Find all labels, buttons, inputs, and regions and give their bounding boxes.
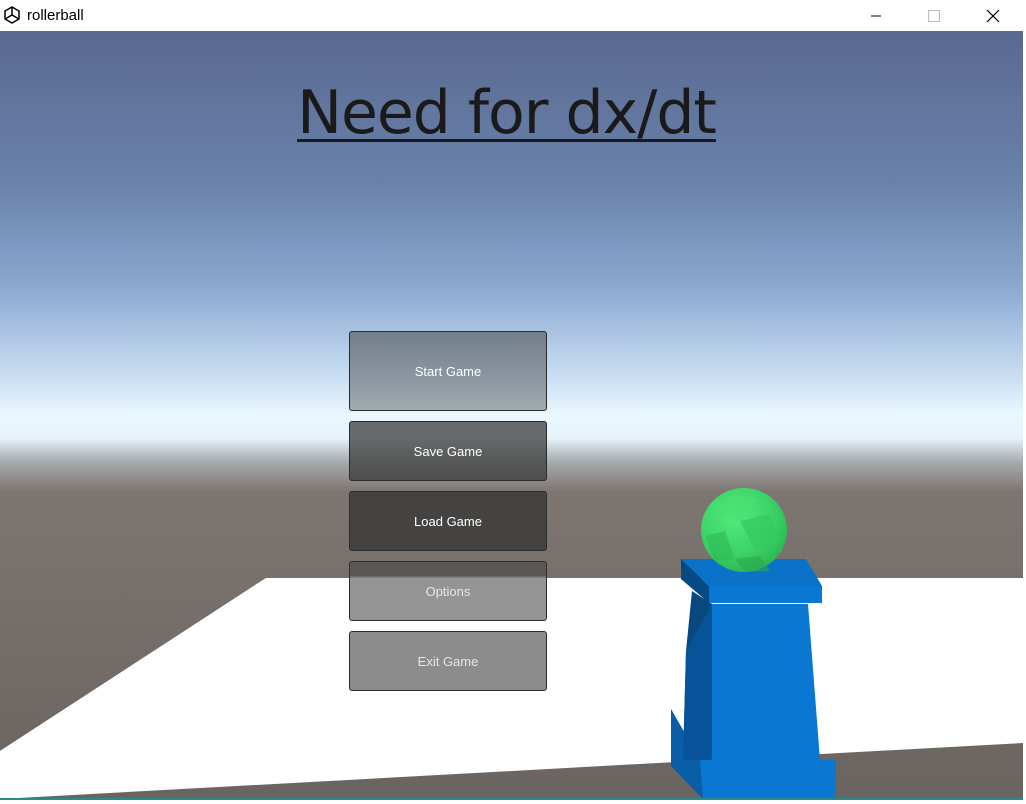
game-title: Need for dx/dt	[297, 78, 717, 148]
maximize-button[interactable]	[911, 0, 957, 31]
minimize-icon	[871, 15, 881, 16]
save-game-button[interactable]: Save Game	[349, 421, 547, 481]
options-button[interactable]: Options	[349, 561, 547, 621]
window-title: rollerball	[27, 7, 84, 24]
load-game-button[interactable]: Load Game	[349, 491, 547, 551]
window-border-line	[0, 798, 1023, 800]
title-bar[interactable]: rollerball	[0, 0, 1026, 31]
minimize-button[interactable]	[853, 0, 899, 31]
start-game-button[interactable]: Start Game	[349, 331, 547, 411]
close-button[interactable]	[970, 0, 1016, 31]
maximize-icon	[928, 9, 940, 22]
unity-icon	[4, 6, 20, 24]
game-window: rollerball Need for dx/dt Start Game Sav…	[0, 0, 1026, 804]
exit-game-button[interactable]: Exit Game	[349, 631, 547, 691]
game-viewport[interactable]: Need for dx/dt Start Game Save Game Load…	[0, 31, 1023, 799]
close-icon	[986, 9, 1000, 22]
